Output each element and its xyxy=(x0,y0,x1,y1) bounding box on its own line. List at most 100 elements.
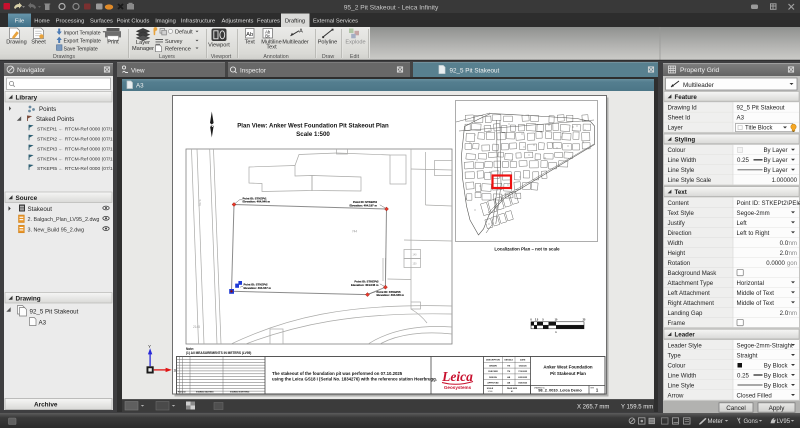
svg-text:Type: Type xyxy=(668,352,682,359)
svg-text:Leader Style: Leader Style xyxy=(668,342,703,349)
svg-text:Cancel: Cancel xyxy=(726,405,746,412)
svg-text:Left: Left xyxy=(737,220,747,227)
svg-text:DATE: DATE xyxy=(520,359,526,362)
svg-text:Surfaces: Surfaces xyxy=(90,19,113,25)
svg-text:Elevation: 404.197 m: Elevation: 404.197 m xyxy=(349,204,377,208)
svg-text:STKEPt3 ← RTCM-Ref 0000 (07/1: STKEPt3 ← RTCM-Ref 0000 (07/10/ xyxy=(37,146,117,152)
svg-text:Sheet: Sheet xyxy=(31,40,46,46)
svg-text:95_2 Pit Stakeout - Leica Infi: 95_2 Pit Stakeout - Leica Infinity xyxy=(344,4,439,11)
svg-text:Frame: Frame xyxy=(668,320,686,327)
svg-text:Elevation: 404.047 m: Elevation: 404.047 m xyxy=(244,286,272,290)
svg-text:Reference: Reference xyxy=(165,46,191,52)
svg-text:2145: 2145 xyxy=(193,325,200,329)
svg-text:Anker West Foundation: Anker West Foundation xyxy=(543,365,593,370)
svg-text:Colour: Colour xyxy=(668,147,686,154)
svg-text:0.0000: 0.0000 xyxy=(766,260,785,267)
svg-text:DESCRIPTION: DESCRIPTION xyxy=(486,360,500,362)
svg-text:9/29/2025: 9/29/2025 xyxy=(518,383,528,385)
svg-text:DETAILS: DETAILS xyxy=(504,359,513,362)
svg-text:Landing Gap: Landing Gap xyxy=(668,310,704,317)
svg-text:TM: TM xyxy=(507,371,510,373)
svg-text:Segoe-2mm-Straight: Segoe-2mm-Straight xyxy=(737,342,794,349)
svg-text:Left to Right: Left to Right xyxy=(737,230,770,237)
svg-text:Line Style: Line Style xyxy=(668,167,695,174)
svg-text:7074: 7074 xyxy=(198,199,202,206)
svg-text:STKEPt1 ← RTCM-Ref 0000 (07/1: STKEPt1 ← RTCM-Ref 0000 (07/10/ xyxy=(37,127,117,133)
svg-text:By Block: By Block xyxy=(764,372,789,379)
svg-text:DESIGN: DESIGN xyxy=(489,377,497,379)
svg-text:Sheet Id: Sheet Id xyxy=(668,115,691,122)
svg-text:1:500: 1:500 xyxy=(488,391,493,393)
svg-text:TM: TM xyxy=(507,365,510,367)
svg-text:STKEPt2 ← RTCM-Ref 0000 (07/1: STKEPt2 ← RTCM-Ref 0000 (07/10/ xyxy=(37,137,117,143)
svg-text:X 265.7 mm: X 265.7 mm xyxy=(577,405,609,411)
svg-text:Imaging: Imaging xyxy=(155,19,176,25)
svg-text:140: 140 xyxy=(413,254,418,257)
svg-text:Width: Width xyxy=(668,240,684,247)
svg-text:Infrastructure: Infrastructure xyxy=(181,19,215,25)
svg-text:Survey: Survey xyxy=(165,39,183,45)
svg-text:A: A xyxy=(299,29,303,35)
svg-text:Styling: Styling xyxy=(675,136,696,143)
svg-text:using the Leica GS18 I (Serial: using the Leica GS18 I (Serial No. 18342… xyxy=(272,377,437,382)
svg-text:Elevation: 404.046 m: Elevation: 404.046 m xyxy=(351,283,379,287)
svg-text:By Block: By Block xyxy=(764,362,789,369)
svg-text:Annotation: Annotation xyxy=(263,54,288,60)
svg-text:Stakeout: Stakeout xyxy=(28,206,53,213)
svg-text:Meter: Meter xyxy=(708,419,723,425)
svg-text:Polyline: Polyline xyxy=(318,40,338,46)
svg-text:View: View xyxy=(131,68,145,75)
svg-text:External Services: External Services xyxy=(313,19,358,25)
svg-text:STAKED EASTING: STAKED EASTING xyxy=(196,391,214,394)
svg-text:Features: Features xyxy=(257,19,280,25)
svg-text:Height: Height xyxy=(668,250,686,257)
svg-text:APPROVED: APPROVED xyxy=(487,382,499,385)
svg-text:Text: Text xyxy=(266,45,277,51)
svg-text:mm: mm xyxy=(787,310,797,317)
svg-text:SCALE: SCALE xyxy=(487,387,494,390)
svg-text:Feature: Feature xyxy=(675,94,698,101)
svg-text:Layers: Layers xyxy=(159,54,175,60)
svg-text:By Layer: By Layer xyxy=(763,167,787,174)
svg-text:Closed Filled: Closed Filled xyxy=(737,392,772,399)
svg-text:N: N xyxy=(210,123,213,128)
svg-text:Line Style Scale: Line Style Scale xyxy=(668,177,712,184)
svg-text:Colour: Colour xyxy=(668,362,686,369)
svg-text:Line Width: Line Width xyxy=(668,157,697,164)
svg-text:DRAWING No.: DRAWING No. xyxy=(534,386,546,389)
svg-text:Property Grid: Property Grid xyxy=(680,67,720,74)
svg-text:Attachment Type: Attachment Type xyxy=(668,280,714,287)
svg-text:Left Attachment: Left Attachment xyxy=(668,290,711,297)
svg-text:A3: A3 xyxy=(39,320,47,327)
svg-text:Default: Default xyxy=(175,30,193,36)
svg-text:Y 159.5 mm: Y 159.5 mm xyxy=(621,405,653,411)
svg-text:Right Attachment: Right Attachment xyxy=(668,300,715,307)
svg-text:Explode: Explode xyxy=(345,40,365,46)
svg-text:Background Mask: Background Mask xyxy=(668,270,718,277)
svg-text:By Layer: By Layer xyxy=(763,157,787,164)
svg-text:Print: Print xyxy=(107,40,119,46)
svg-text:Horizontal: Horizontal xyxy=(737,280,764,287)
svg-text:Middle of Text: Middle of Text xyxy=(737,300,775,307)
svg-text:Title Block: Title Block xyxy=(745,125,773,131)
svg-text:A3: A3 xyxy=(136,83,144,90)
svg-text:Drawing: Drawing xyxy=(6,40,27,46)
svg-text:Adjustments: Adjustments xyxy=(222,19,254,25)
svg-text:6/5/2025: 6/5/2025 xyxy=(519,365,528,367)
svg-text:Apply: Apply xyxy=(769,405,786,412)
svg-text:By Block: By Block xyxy=(764,382,789,389)
svg-text:Export Template: Export Template xyxy=(64,39,102,45)
svg-text:Navigator: Navigator xyxy=(17,67,46,74)
svg-text:mm: mm xyxy=(787,250,797,257)
svg-text:Rotation: Rotation xyxy=(668,260,691,267)
svg-text:STKEPt4 ← RTCM-Ref 0000 (07/1: STKEPt4 ← RTCM-Ref 0000 (07/10/ xyxy=(37,156,117,162)
svg-text:Inspector: Inspector xyxy=(240,68,266,75)
svg-text:Drafting: Drafting xyxy=(285,19,305,25)
svg-text:By Layer: By Layer xyxy=(763,147,787,154)
svg-text:Point ID: Point ID xyxy=(178,391,186,394)
svg-text:Scale 1:500: Scale 1:500 xyxy=(296,131,330,138)
svg-text:Pit Stakeout Plan: Pit Stakeout Plan xyxy=(550,371,586,376)
svg-text:Drawings: Drawings xyxy=(53,54,75,60)
svg-text:Justify: Justify xyxy=(668,220,686,227)
svg-text:Leica: Leica xyxy=(441,369,473,384)
